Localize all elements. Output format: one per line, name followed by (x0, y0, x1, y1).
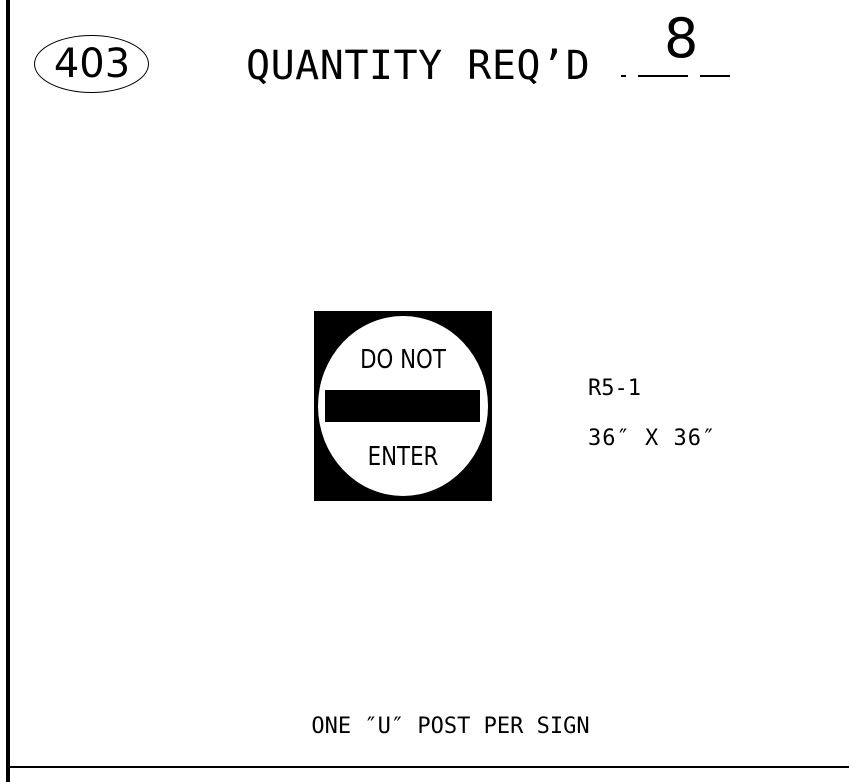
frame-bottom-border (6, 766, 849, 768)
quantity-value: 8 (664, 7, 699, 70)
sign-number: 403 (53, 41, 131, 87)
post-note: ONE ″U″ POST PER SIGN (311, 714, 590, 739)
sign-top-text: DO NOT (360, 345, 446, 375)
quantity-underline (621, 75, 626, 77)
quantity-underline (700, 75, 730, 77)
quantity-underline (638, 75, 688, 77)
sign-black-bar (325, 390, 480, 422)
sign-bottom-text: ENTER (367, 442, 439, 472)
frame-left-border (6, 0, 10, 782)
sign-code: R5-1 (588, 376, 641, 401)
sign-size: 36″ X 36″ (588, 426, 717, 451)
quantity-label: QUANTITY REQ’D (246, 43, 591, 89)
